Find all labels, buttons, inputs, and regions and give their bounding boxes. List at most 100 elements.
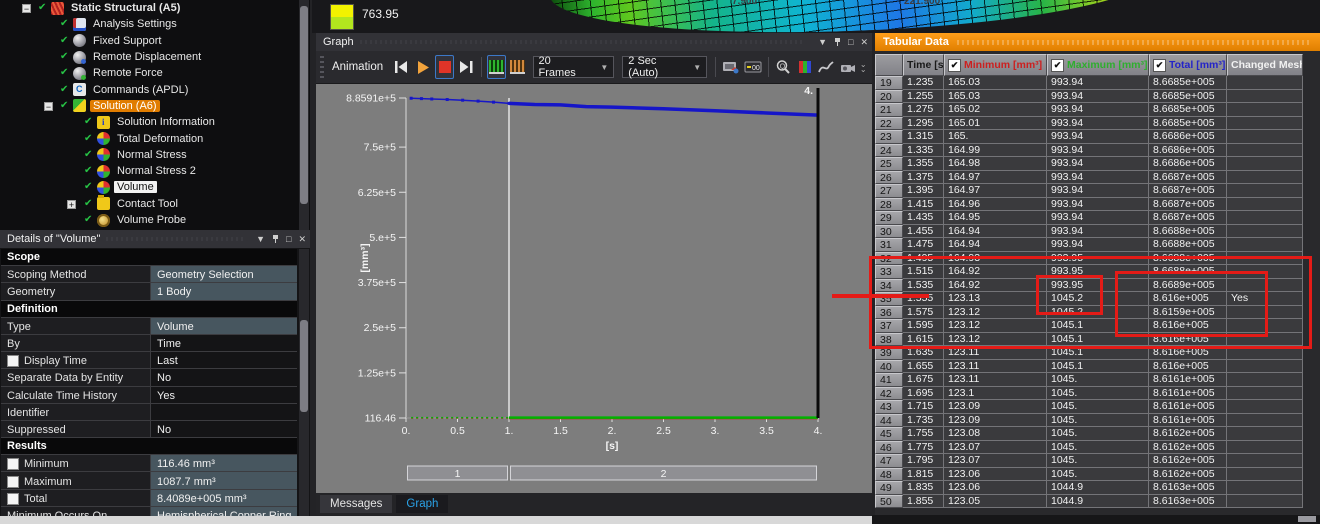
tree-item-analysis-settings[interactable]: ✔ Analysis Settings [0,16,310,32]
cell-maximum[interactable]: 993.94 [1047,130,1149,144]
cell-total[interactable]: 8.616e+005 [1149,332,1227,346]
cell-time[interactable]: 1.795 [903,454,944,468]
cell-changed-mesh[interactable] [1227,346,1303,360]
cell-minimum[interactable]: 123.12 [944,332,1047,346]
details-value[interactable]: No [151,420,297,438]
cell-row-number[interactable]: 30 [875,224,903,238]
cell-total[interactable]: 8.6163e+005 [1149,494,1227,508]
collapse-icon[interactable]: − [44,101,53,111]
cell-time[interactable]: 1.815 [903,467,944,481]
cell-changed-mesh[interactable] [1227,76,1303,90]
column-header-time-s[interactable]: Time [s] [903,54,944,76]
cell-time[interactable]: 1.575 [903,305,944,319]
tree-item-normal-stress[interactable]: ✔ Normal Stress [0,147,310,163]
details-value[interactable] [151,403,297,420]
cell-time[interactable]: 1.435 [903,211,944,225]
cell-minimum[interactable]: 123.1 [944,386,1047,400]
cell-changed-mesh[interactable] [1227,332,1303,346]
cell-changed-mesh[interactable] [1227,319,1303,333]
cell-row-number[interactable]: 46 [875,440,903,454]
time-decimation-button[interactable]: 00 [743,55,763,79]
duration-dropdown[interactable]: 2 Sec (Auto) ▼ [622,55,708,79]
cell-row-number[interactable]: 27 [875,184,903,198]
column-header-changed-mesh[interactable]: Changed Mesh [1227,54,1303,76]
cell-total[interactable]: 8.6687e+005 [1149,197,1227,211]
cell-row-number[interactable]: 32 [875,251,903,265]
cell-time[interactable]: 1.495 [903,251,944,265]
tree-item-remote-displacement[interactable]: ✔ Remote Displacement [0,49,310,65]
cell-maximum[interactable]: 993.95 [1047,251,1149,265]
cell-maximum[interactable]: 1045.2 [1047,292,1149,306]
cell-minimum[interactable]: 123.13 [944,292,1047,306]
table-row[interactable]: 29 1.435 164.95 993.94 8.6687e+005 [875,211,1320,225]
cell-total[interactable]: 8.6161e+005 [1149,400,1227,414]
cell-row-number[interactable]: 20 [875,89,903,103]
cell-row-number[interactable]: 45 [875,427,903,441]
pin-icon[interactable] [272,234,279,244]
column-checkbox[interactable]: ✔ [948,58,961,72]
table-row[interactable]: 46 1.775 123.07 1045. 8.6162e+005 [875,440,1320,454]
probe-curve-button[interactable] [817,55,836,79]
cell-row-number[interactable]: 37 [875,319,903,333]
cell-maximum[interactable]: 993.94 [1047,76,1149,90]
details-value[interactable]: Geometry Selection [151,266,297,283]
table-row[interactable]: 28 1.415 164.96 993.94 8.6687e+005 [875,197,1320,211]
details-value[interactable]: Volume [151,317,297,334]
column-checkbox[interactable]: ✔ [1051,58,1064,72]
cell-changed-mesh[interactable] [1227,265,1303,279]
details-value[interactable]: 1 Body [151,283,297,300]
cell-row-number[interactable]: 50 [875,494,903,508]
cell-minimum[interactable]: 123.05 [944,494,1047,508]
play-button[interactable] [414,55,433,79]
cell-time[interactable]: 1.395 [903,184,944,198]
tree-scrollbar-thumb[interactable] [300,6,308,204]
cell-total[interactable]: 8.6162e+005 [1149,454,1227,468]
cell-changed-mesh[interactable] [1227,359,1303,373]
table-row[interactable]: 31 1.475 164.94 993.94 8.6688e+005 [875,238,1320,252]
cell-row-number[interactable]: 40 [875,359,903,373]
checkbox[interactable] [7,475,19,488]
cell-minimum[interactable]: 164.92 [944,265,1047,279]
cell-row-number[interactable]: 42 [875,386,903,400]
cell-maximum[interactable]: 1045. [1047,427,1149,441]
cell-maximum[interactable]: 1045.1 [1047,359,1149,373]
cell-time[interactable]: 1.455 [903,224,944,238]
cell-time[interactable]: 1.855 [903,494,944,508]
checkbox[interactable] [7,458,19,471]
table-row[interactable]: 20 1.255 165.03 993.94 8.6685e+005 [875,89,1320,103]
toolbar-grip[interactable] [320,56,324,78]
cell-time[interactable]: 1.475 [903,238,944,252]
column-header-total-mm[interactable]: ✔ Total [mm³] [1149,54,1227,76]
cell-row-number[interactable]: 19 [875,76,903,90]
cell-row-number[interactable]: 24 [875,143,903,157]
cell-total[interactable]: 8.6162e+005 [1149,440,1227,454]
tree-item-normal-stress-2[interactable]: ✔ Normal Stress 2 [0,163,310,179]
column-header-maximum-mm[interactable]: ✔ Maximum [mm³] [1047,54,1149,76]
cell-maximum[interactable]: 993.94 [1047,116,1149,130]
cell-row-number[interactable]: 38 [875,332,903,346]
cell-minimum[interactable]: 164.93 [944,251,1047,265]
table-row[interactable]: 24 1.335 164.99 993.94 8.6686e+005 [875,143,1320,157]
cell-maximum[interactable]: 1045.1 [1047,346,1149,360]
cell-row-number[interactable]: 43 [875,400,903,414]
cell-maximum[interactable]: 993.94 [1047,184,1149,198]
cell-time[interactable]: 1.835 [903,481,944,495]
cell-minimum[interactable]: 165. [944,130,1047,144]
dropdown-arrow-icon[interactable]: ▼ [256,234,265,244]
cell-time[interactable]: 1.355 [903,157,944,171]
cell-total[interactable]: 8.616e+005 [1149,346,1227,360]
cell-total[interactable]: 8.6685e+005 [1149,76,1227,90]
close-icon[interactable]: ✕ [298,234,306,245]
cell-time[interactable]: 1.775 [903,440,944,454]
cell-total[interactable]: 8.6161e+005 [1149,373,1227,387]
cell-row-number[interactable]: 44 [875,413,903,427]
cell-row-number[interactable]: 48 [875,467,903,481]
cell-changed-mesh[interactable] [1227,197,1303,211]
cell-minimum[interactable]: 123.11 [944,346,1047,360]
cell-row-number[interactable]: 33 [875,265,903,279]
cell-minimum[interactable]: 123.09 [944,400,1047,414]
cell-row-number[interactable]: 39 [875,346,903,360]
maximize-icon[interactable]: □ [286,234,291,244]
close-icon[interactable]: ✕ [860,37,868,48]
tree-item-contact-tool[interactable]: + ✔ Contact Tool [0,195,310,212]
